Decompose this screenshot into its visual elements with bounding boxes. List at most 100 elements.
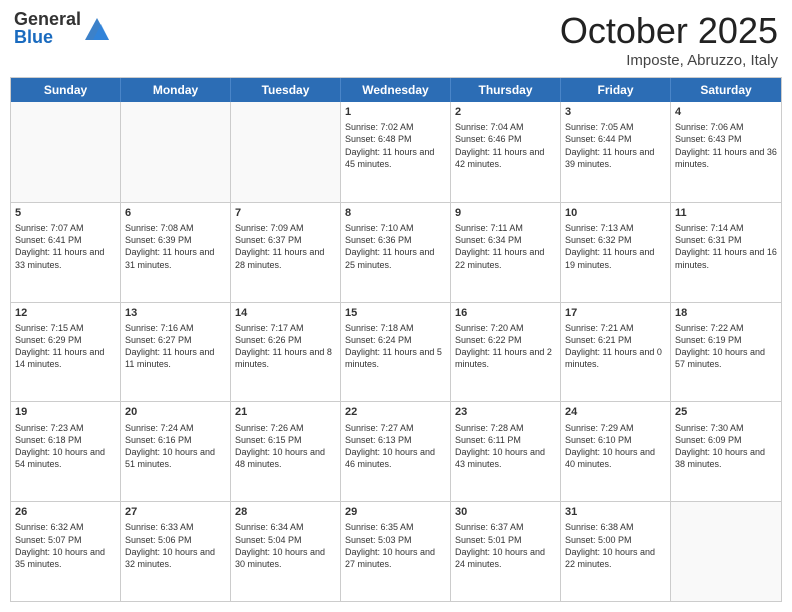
calendar-cell: 1Sunrise: 7:02 AM Sunset: 6:48 PM Daylig… bbox=[341, 102, 451, 202]
header-wednesday: Wednesday bbox=[341, 78, 451, 102]
calendar-cell: 9 Sunrise: 7:11 AM Sunset: 6:34 PM Daylig… bbox=[451, 203, 561, 302]
day-number: 23 bbox=[455, 405, 556, 419]
calendar-cell: 27 Sunrise: 6:33 AM Sunset: 5:06 PM Dayli… bbox=[121, 502, 231, 601]
header-thursday: Thursday bbox=[451, 78, 561, 102]
day-number: 11 bbox=[675, 206, 777, 220]
page: General Blue October 2025 Imposte, Abruz… bbox=[0, 0, 792, 612]
calendar-row-0: 1Sunrise: 7:02 AM Sunset: 6:48 PM Daylig… bbox=[11, 102, 781, 202]
day-info: Sunrise: 7:26 AM Sunset: 6:15 PM Dayligh… bbox=[235, 422, 336, 471]
calendar-cell: 24 Sunrise: 7:29 AM Sunset: 6:10 PM Dayli… bbox=[561, 402, 671, 501]
day-info: Sunrise: 7:06 AM Sunset: 6:43 PM Dayligh… bbox=[675, 121, 777, 170]
calendar-cell: 31 Sunrise: 6:38 AM Sunset: 5:00 PM Dayli… bbox=[561, 502, 671, 601]
day-number: 12 bbox=[15, 306, 116, 320]
day-number: 21 bbox=[235, 405, 336, 419]
calendar-cell: 26Sunrise: 6:32 AM Sunset: 5:07 PM Dayli… bbox=[11, 502, 121, 601]
day-info: Sunrise: 7:05 AM Sunset: 6:44 PM Dayligh… bbox=[565, 121, 666, 170]
day-info: Sunrise: 7:18 AM Sunset: 6:24 PM Dayligh… bbox=[345, 322, 446, 371]
calendar-cell: 4Sunrise: 7:06 AM Sunset: 6:43 PM Daylig… bbox=[671, 102, 781, 202]
day-info: Sunrise: 7:11 AM Sunset: 6:34 PM Dayligh… bbox=[455, 222, 556, 271]
calendar-cell: 25 Sunrise: 7:30 AM Sunset: 6:09 PM Dayli… bbox=[671, 402, 781, 501]
day-number: 24 bbox=[565, 405, 666, 419]
calendar-cell: 21 Sunrise: 7:26 AM Sunset: 6:15 PM Dayli… bbox=[231, 402, 341, 501]
day-number: 27 bbox=[125, 505, 226, 519]
day-number: 2 bbox=[455, 105, 556, 119]
day-info: Sunrise: 7:30 AM Sunset: 6:09 PM Dayligh… bbox=[675, 422, 777, 471]
header-tuesday: Tuesday bbox=[231, 78, 341, 102]
day-info: Sunrise: 7:17 AM Sunset: 6:26 PM Dayligh… bbox=[235, 322, 336, 371]
calendar-cell: 7 Sunrise: 7:09 AM Sunset: 6:37 PM Daylig… bbox=[231, 203, 341, 302]
day-info: Sunrise: 6:37 AM Sunset: 5:01 PM Dayligh… bbox=[455, 521, 556, 570]
day-info: Sunrise: 6:38 AM Sunset: 5:00 PM Dayligh… bbox=[565, 521, 666, 570]
calendar-cell: 19 Sunrise: 7:23 AM Sunset: 6:18 PM Dayli… bbox=[11, 402, 121, 501]
day-number: 8 bbox=[345, 206, 446, 220]
day-number: 1 bbox=[345, 105, 446, 119]
logo-text: General Blue bbox=[14, 10, 81, 46]
day-info: Sunrise: 7:28 AM Sunset: 6:11 PM Dayligh… bbox=[455, 422, 556, 471]
header-sunday: Sunday bbox=[11, 78, 121, 102]
day-info: Sunrise: 6:34 AM Sunset: 5:04 PM Dayligh… bbox=[235, 521, 336, 570]
logo-blue: Blue bbox=[14, 28, 81, 46]
calendar-cell: 6Sunrise: 7:08 AM Sunset: 6:39 PM Daylig… bbox=[121, 203, 231, 302]
calendar-cell: 11Sunrise: 7:14 AM Sunset: 6:31 PM Dayli… bbox=[671, 203, 781, 302]
day-number: 20 bbox=[125, 405, 226, 419]
calendar-cell: 8Sunrise: 7:10 AM Sunset: 6:36 PM Daylig… bbox=[341, 203, 451, 302]
day-number: 19 bbox=[15, 405, 116, 419]
calendar-header: Sunday Monday Tuesday Wednesday Thursday… bbox=[11, 78, 781, 102]
calendar-cell: 3 Sunrise: 7:05 AM Sunset: 6:44 PM Daylig… bbox=[561, 102, 671, 202]
calendar-cell: 29Sunrise: 6:35 AM Sunset: 5:03 PM Dayli… bbox=[341, 502, 451, 601]
day-number: 25 bbox=[675, 405, 777, 419]
day-number: 22 bbox=[345, 405, 446, 419]
day-number: 9 bbox=[455, 206, 556, 220]
calendar-cell bbox=[671, 502, 781, 601]
day-info: Sunrise: 7:27 AM Sunset: 6:13 PM Dayligh… bbox=[345, 422, 446, 471]
day-number: 28 bbox=[235, 505, 336, 519]
calendar-cell: 23 Sunrise: 7:28 AM Sunset: 6:11 PM Dayli… bbox=[451, 402, 561, 501]
calendar-cell: 20 Sunrise: 7:24 AM Sunset: 6:16 PM Dayli… bbox=[121, 402, 231, 501]
day-number: 14 bbox=[235, 306, 336, 320]
calendar-cell bbox=[11, 102, 121, 202]
day-number: 31 bbox=[565, 505, 666, 519]
day-info: Sunrise: 7:04 AM Sunset: 6:46 PM Dayligh… bbox=[455, 121, 556, 170]
day-number: 6 bbox=[125, 206, 226, 220]
day-number: 7 bbox=[235, 206, 336, 220]
day-number: 5 bbox=[15, 206, 116, 220]
day-info: Sunrise: 7:29 AM Sunset: 6:10 PM Dayligh… bbox=[565, 422, 666, 471]
calendar-cell: 28 Sunrise: 6:34 AM Sunset: 5:04 PM Dayli… bbox=[231, 502, 341, 601]
calendar-body: 1Sunrise: 7:02 AM Sunset: 6:48 PM Daylig… bbox=[11, 102, 781, 601]
calendar-cell: 15 Sunrise: 7:18 AM Sunset: 6:24 PM Dayli… bbox=[341, 303, 451, 402]
logo-icon bbox=[83, 14, 111, 42]
calendar-row-3: 19 Sunrise: 7:23 AM Sunset: 6:18 PM Dayli… bbox=[11, 401, 781, 501]
day-info: Sunrise: 6:32 AM Sunset: 5:07 PM Dayligh… bbox=[15, 521, 116, 570]
calendar-cell: 22 Sunrise: 7:27 AM Sunset: 6:13 PM Dayli… bbox=[341, 402, 451, 501]
day-number: 10 bbox=[565, 206, 666, 220]
day-info: Sunrise: 7:23 AM Sunset: 6:18 PM Dayligh… bbox=[15, 422, 116, 471]
calendar-cell: 13 Sunrise: 7:16 AM Sunset: 6:27 PM Dayli… bbox=[121, 303, 231, 402]
calendar-cell: 16Sunrise: 7:20 AM Sunset: 6:22 PM Dayli… bbox=[451, 303, 561, 402]
location-title: Imposte, Abruzzo, Italy bbox=[560, 52, 778, 69]
calendar-cell: 2 Sunrise: 7:04 AM Sunset: 6:46 PM Daylig… bbox=[451, 102, 561, 202]
day-number: 13 bbox=[125, 306, 226, 320]
title-block: October 2025 Imposte, Abruzzo, Italy bbox=[560, 10, 778, 69]
day-info: Sunrise: 7:16 AM Sunset: 6:27 PM Dayligh… bbox=[125, 322, 226, 371]
calendar-cell: 12 Sunrise: 7:15 AM Sunset: 6:29 PM Dayli… bbox=[11, 303, 121, 402]
day-info: Sunrise: 7:24 AM Sunset: 6:16 PM Dayligh… bbox=[125, 422, 226, 471]
day-number: 15 bbox=[345, 306, 446, 320]
logo-general: General bbox=[14, 10, 81, 28]
day-info: Sunrise: 7:15 AM Sunset: 6:29 PM Dayligh… bbox=[15, 322, 116, 371]
calendar-row-1: 5Sunrise: 7:07 AM Sunset: 6:41 PM Daylig… bbox=[11, 202, 781, 302]
day-info: Sunrise: 7:20 AM Sunset: 6:22 PM Dayligh… bbox=[455, 322, 556, 371]
day-number: 3 bbox=[565, 105, 666, 119]
day-info: Sunrise: 7:09 AM Sunset: 6:37 PM Dayligh… bbox=[235, 222, 336, 271]
day-info: Sunrise: 7:13 AM Sunset: 6:32 PM Dayligh… bbox=[565, 222, 666, 271]
calendar-cell bbox=[121, 102, 231, 202]
header-friday: Friday bbox=[561, 78, 671, 102]
month-title: October 2025 bbox=[560, 10, 778, 52]
day-info: Sunrise: 7:22 AM Sunset: 6:19 PM Dayligh… bbox=[675, 322, 777, 371]
day-info: Sunrise: 6:33 AM Sunset: 5:06 PM Dayligh… bbox=[125, 521, 226, 570]
header-monday: Monday bbox=[121, 78, 231, 102]
logo: General Blue bbox=[14, 10, 111, 46]
day-number: 18 bbox=[675, 306, 777, 320]
header-saturday: Saturday bbox=[671, 78, 781, 102]
calendar-row-2: 12 Sunrise: 7:15 AM Sunset: 6:29 PM Dayli… bbox=[11, 302, 781, 402]
calendar-cell: 30Sunrise: 6:37 AM Sunset: 5:01 PM Dayli… bbox=[451, 502, 561, 601]
